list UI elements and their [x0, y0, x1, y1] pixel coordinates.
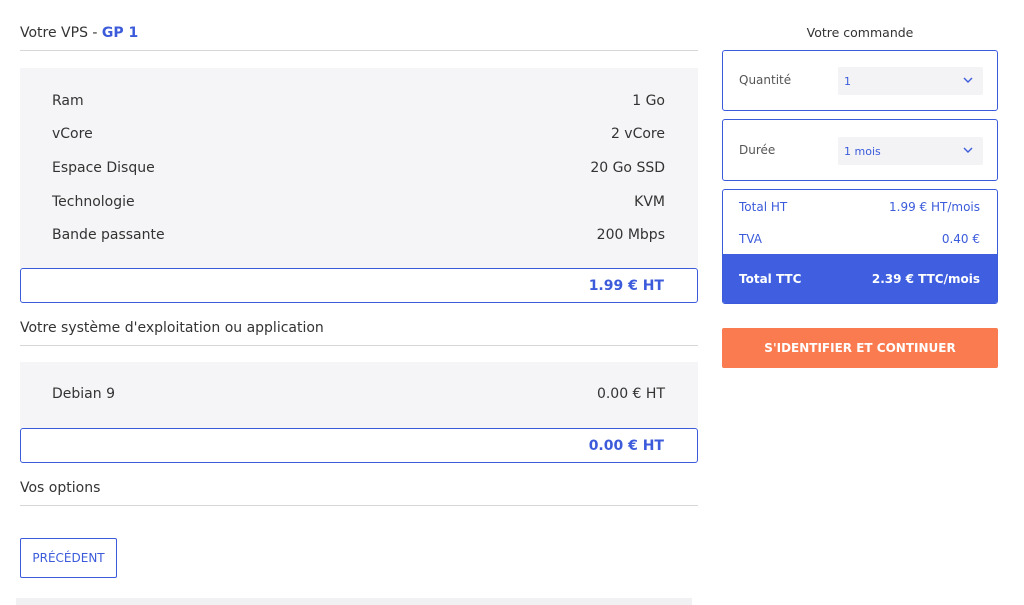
total-ht-row: Total HT 1.99 € HT/mois [723, 190, 997, 223]
next-panel-edge [16, 598, 692, 605]
duration-card: Durée 1 mois [722, 119, 998, 181]
spec-value: 20 Go SSD [590, 159, 665, 176]
tva-label: TVA [739, 231, 762, 246]
quantity-label: Quantité [739, 73, 792, 87]
spec-label: vCore [52, 126, 93, 143]
vps-total: 1.99 € HT [20, 268, 698, 303]
order-summary: Total HT 1.99 € HT/mois TVA 0.40 € Total… [722, 189, 998, 304]
spec-label: Espace Disque [52, 159, 155, 176]
os-name: Debian 9 [52, 385, 115, 402]
os-row: Debian 9 0.00 € HT [20, 377, 698, 411]
total-ht-label: Total HT [739, 199, 788, 214]
spec-label: Technologie [52, 193, 135, 210]
os-total: 0.00 € HT [20, 428, 698, 463]
total-ttc-row: Total TTC 2.39 € TTC/mois [723, 254, 997, 303]
chevron-down-icon [963, 77, 973, 83]
total-ht-value: 1.99 € HT/mois [889, 199, 980, 214]
os-section-title: Votre système d'exploitation ou applicat… [20, 320, 698, 346]
os-price: 0.00 € HT [596, 385, 665, 402]
options-section-title: Vos options [20, 480, 698, 506]
spec-row-vcore: vCore 2 vCore [20, 118, 698, 152]
vps-specs-panel: Ram 1 Go vCore 2 vCore Espace Disque 20 … [20, 68, 698, 268]
os-total-value: 0.00 € HT [588, 437, 664, 454]
spec-value: KVM [634, 193, 665, 210]
quantity-value: 1 [844, 74, 851, 88]
login-continue-button[interactable]: S'IDENTIFIER ET CONTINUER [722, 328, 998, 368]
duration-select[interactable]: 1 mois [838, 137, 983, 165]
tva-row: TVA 0.40 € [723, 223, 997, 254]
spec-value: 1 Go [632, 92, 665, 109]
vps-plan-name: GP 1 [101, 25, 139, 41]
total-ttc-value: 2.39 € TTC/mois [871, 272, 980, 286]
spec-label: Ram [52, 92, 84, 109]
spec-value: 200 Mbps [596, 227, 665, 244]
order-title: Votre commande [806, 25, 914, 40]
previous-button[interactable]: PRÉCÉDENT [20, 538, 117, 578]
spec-row-ram: Ram 1 Go [20, 84, 698, 118]
chevron-down-icon [963, 147, 973, 153]
tva-value: 0.40 € [941, 231, 980, 246]
total-ttc-label: Total TTC [739, 272, 802, 286]
vps-section-title: Votre VPS - GP 1 [20, 25, 698, 51]
vps-title-prefix: Votre VPS - [20, 25, 102, 41]
spec-row-technology: Technologie KVM [20, 185, 698, 219]
quantity-select[interactable]: 1 [838, 67, 983, 95]
vps-total-value: 1.99 € HT [588, 277, 664, 294]
duration-value: 1 mois [844, 144, 881, 158]
spec-row-disk: Espace Disque 20 Go SSD [20, 151, 698, 185]
spec-value: 2 vCore [610, 126, 665, 143]
spec-label: Bande passante [52, 227, 165, 244]
duration-label: Durée [739, 143, 776, 157]
spec-row-bandwidth: Bande passante 200 Mbps [20, 218, 698, 252]
os-panel: Debian 9 0.00 € HT [20, 362, 698, 428]
quantity-card: Quantité 1 [722, 50, 998, 111]
